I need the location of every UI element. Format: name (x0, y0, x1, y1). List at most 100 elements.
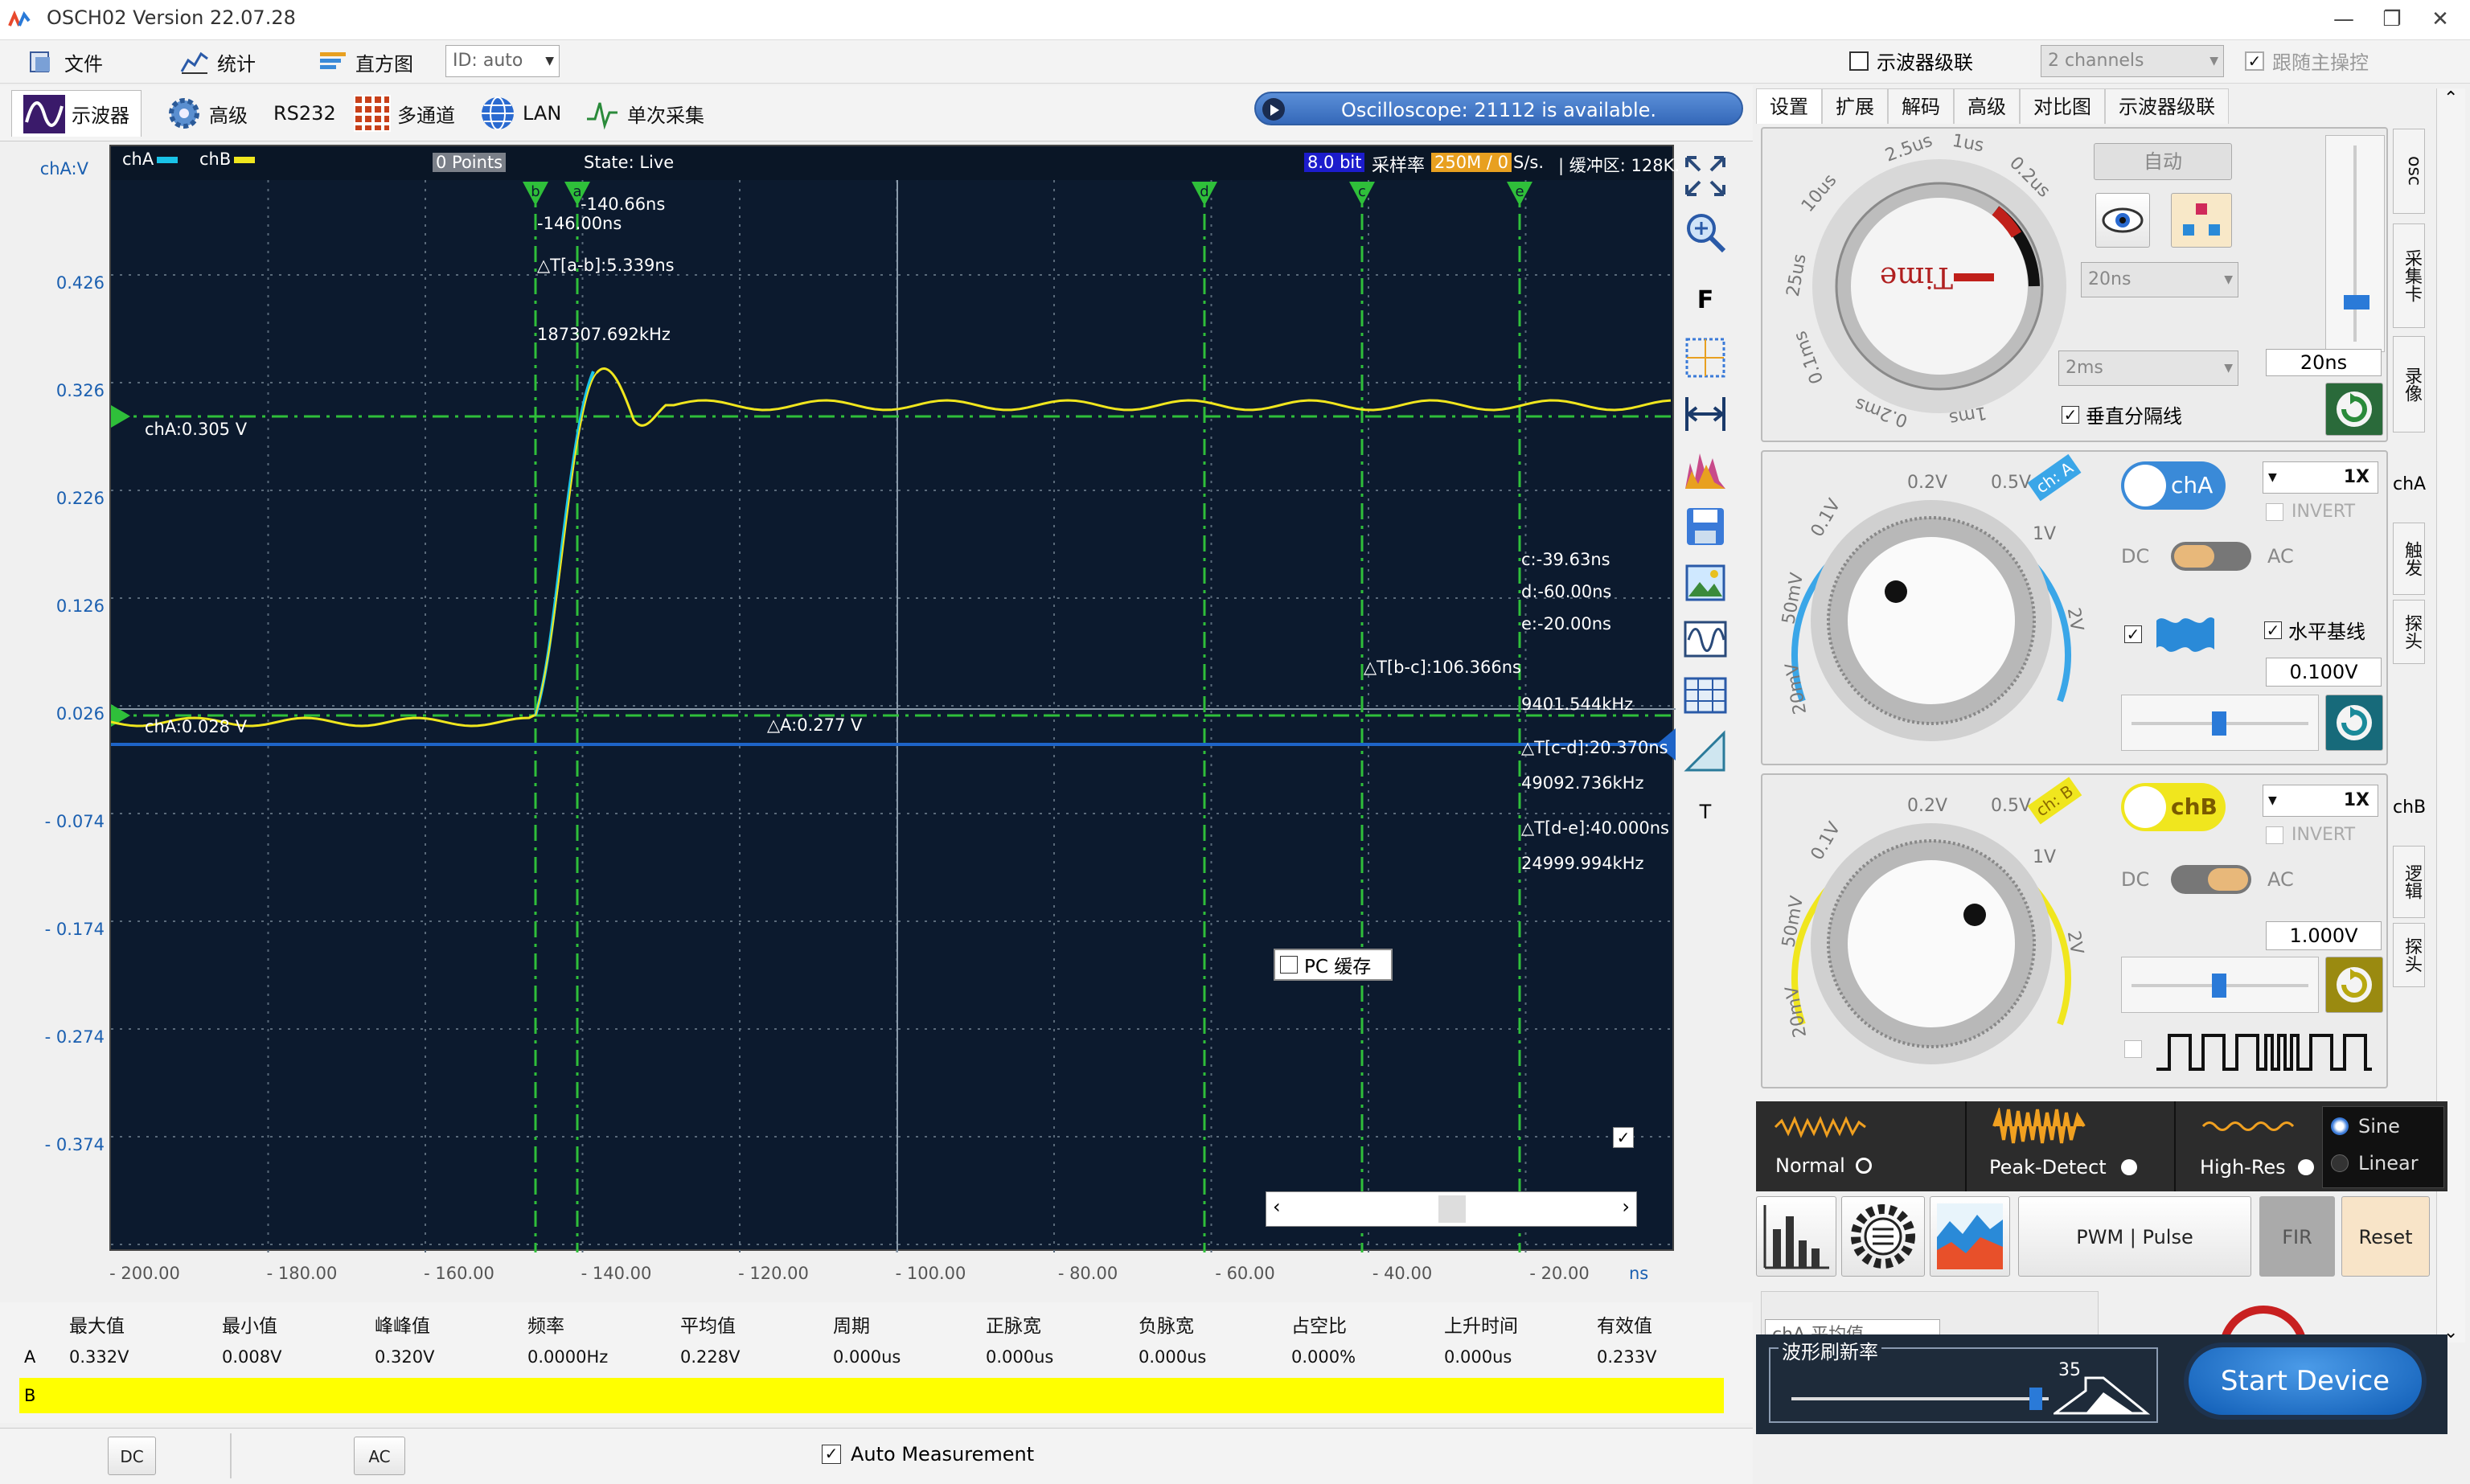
tab-oscilloscope[interactable]: 示波器 (11, 90, 142, 137)
ruler-icon[interactable] (1682, 728, 1729, 775)
scope-canvas[interactable]: badce (111, 146, 1676, 1252)
cha-offset-slider[interactable] (2121, 695, 2319, 751)
tab-advanced[interactable]: 高级 (166, 93, 248, 133)
f-button[interactable]: F (1682, 286, 1729, 314)
tab-lan[interactable]: LAN (479, 93, 561, 133)
tab-settings[interactable]: 设置 (1756, 88, 1822, 124)
eye-button[interactable] (2095, 193, 2150, 248)
timebase-reset-button[interactable] (2325, 383, 2383, 436)
tab-multichannel[interactable]: 多通道 (354, 93, 455, 133)
vtab-probe-a[interactable]: 探头 (2393, 600, 2425, 664)
interp-sine[interactable]: Sine (2331, 1115, 2400, 1138)
plot-scrollbar[interactable]: ‹ › (1266, 1191, 1637, 1227)
measure-width-icon[interactable] (1682, 391, 1729, 437)
vtab-probe-b[interactable]: 探头 (2393, 923, 2425, 987)
start-device-button[interactable]: Start Device (2189, 1347, 2422, 1415)
chb-offset-value[interactable]: 1.000V (2266, 921, 2382, 950)
auto-button[interactable]: 自动 (2094, 143, 2232, 180)
slider-thumb[interactable] (2212, 974, 2226, 998)
tab-compare[interactable]: 对比图 (2020, 88, 2105, 124)
vertical-grid-checkbox[interactable]: 垂直分隔线 (2062, 400, 2182, 428)
cha-reset-button[interactable] (2325, 695, 2383, 751)
scroll-thumb[interactable] (1438, 1195, 1466, 1223)
menu-stats[interactable]: 统计 (180, 47, 256, 77)
timebase-slider[interactable] (2325, 135, 2385, 352)
cha-toggle-button[interactable]: chA (2121, 461, 2226, 510)
tab-extend[interactable]: 扩展 (1822, 88, 1888, 124)
scroll-right-icon[interactable]: › (1622, 1195, 1630, 1218)
timebase-value[interactable]: 20ns (2266, 349, 2382, 376)
slider-thumb[interactable] (2344, 295, 2369, 310)
auto-measurement-checkbox[interactable]: Auto Measurement (822, 1443, 1034, 1466)
chb-offset-slider[interactable] (2121, 957, 2319, 1013)
chb-toggle-button[interactable]: chB (2121, 783, 2226, 831)
interp-linear-label: Linear (2358, 1152, 2419, 1174)
chb-coupling-switch[interactable] (2171, 865, 2251, 894)
vtab-logic[interactable]: 逻辑 (2393, 846, 2425, 918)
reset-button[interactable]: Reset (2341, 1196, 2430, 1277)
cha-baseline-checkbox[interactable]: 水平基线 (2264, 616, 2365, 644)
fit-screen-icon[interactable] (1682, 153, 1729, 199)
scroll-up-icon[interactable]: ⌃ (2443, 88, 2458, 109)
channels-select[interactable]: 2 channels ▼ (2041, 45, 2224, 77)
id-select[interactable]: ID: auto ▼ (445, 45, 560, 77)
tab-decode[interactable]: 解码 (1888, 88, 1954, 124)
cha-volt-knob[interactable] (1770, 460, 2092, 765)
vtab-capture-card[interactable]: 采集卡 (2393, 223, 2425, 328)
area-chart-button[interactable] (1930, 1196, 2010, 1277)
chb-volt-knob[interactable] (1770, 783, 2092, 1088)
follow-checkbox[interactable]: 跟随主操控 (2245, 47, 2369, 75)
tab-advanced-settings[interactable]: 高级 (1954, 88, 2020, 124)
vtab-trigger[interactable]: 触发 (2393, 523, 2425, 595)
vtab-chb[interactable]: chB (2393, 797, 2426, 818)
chb-logic-checkbox[interactable] (2124, 1040, 2142, 1058)
chb-reset-button[interactable] (2325, 957, 2383, 1013)
cha-offset-value[interactable]: 0.100V (2266, 658, 2382, 687)
slider-thumb[interactable] (2212, 711, 2226, 736)
measurement-value: 0.228V (680, 1347, 741, 1367)
x-tick-label: - 80.00 (1057, 1264, 1118, 1283)
timebase-select-2[interactable]: 2ms ▼ (2058, 351, 2238, 386)
settings-button[interactable] (1841, 1196, 1925, 1277)
vtab-record[interactable]: 录像 (2393, 336, 2425, 432)
pc-cache-checkbox[interactable]: PC 缓存 (1274, 949, 1393, 981)
plot-option-checkbox[interactable]: ✓ (1613, 1127, 1634, 1148)
bar-chart-button[interactable] (1756, 1196, 1836, 1277)
layout-button[interactable] (2171, 193, 2232, 248)
timebase-select-1[interactable]: 20ns ▼ (2081, 262, 2238, 297)
vtab-cha[interactable]: chA (2393, 474, 2426, 494)
fir-button[interactable]: FIR (2259, 1196, 2335, 1277)
cha-wave-checkbox[interactable] (2124, 622, 2142, 645)
tab-cascade[interactable]: 示波器级联 (2105, 88, 2229, 124)
cha-coupling-switch[interactable] (2171, 542, 2251, 571)
mode-normal[interactable]: Normal (1756, 1101, 1963, 1191)
zoom-icon[interactable] (1682, 209, 1729, 256)
cha-invert-checkbox[interactable]: INVERT (2266, 502, 2355, 522)
menu-histogram[interactable]: 直方图 (318, 47, 413, 77)
cha-probe-select[interactable]: ▼ 1X (2263, 461, 2378, 494)
chb-invert-checkbox[interactable]: INVERT (2266, 825, 2355, 845)
ac-button[interactable]: AC (354, 1437, 405, 1475)
pwm-pulse-button[interactable]: PWM | Pulse (2018, 1196, 2251, 1277)
image-icon[interactable] (1682, 560, 1729, 606)
mode-peak-detect[interactable]: Peak-Detect (1965, 1101, 2173, 1191)
refresh-rate-thumb[interactable] (2029, 1388, 2042, 1410)
save-icon[interactable] (1682, 503, 1729, 550)
tab-rs232[interactable]: RS232 (273, 93, 336, 133)
cascade-checkbox[interactable]: 示波器级联 (1849, 47, 1973, 75)
scope-plot[interactable]: badce chA chB 0 Points State: Live 8.0 b… (109, 145, 1680, 1252)
tab-single-capture[interactable]: 单次采集 (584, 93, 704, 133)
vtab-osc[interactable]: osc (2393, 129, 2425, 214)
interp-linear[interactable]: Linear (2331, 1152, 2419, 1174)
close-button[interactable]: ✕ (2412, 3, 2468, 35)
menu-file[interactable]: 文件 (27, 47, 103, 77)
refresh-rate-track[interactable] (1791, 1397, 2049, 1400)
chb-probe-select[interactable]: ▼ 1X (2263, 785, 2378, 817)
spectrum-icon[interactable] (1682, 447, 1729, 494)
waveform-view-icon[interactable] (1682, 616, 1729, 662)
t-button[interactable]: T (1682, 801, 1729, 823)
grid-select-icon[interactable] (1682, 334, 1729, 381)
dc-button[interactable]: DC (108, 1437, 156, 1475)
scroll-left-icon[interactable]: ‹ (1273, 1195, 1281, 1218)
table-icon[interactable] (1682, 672, 1729, 719)
